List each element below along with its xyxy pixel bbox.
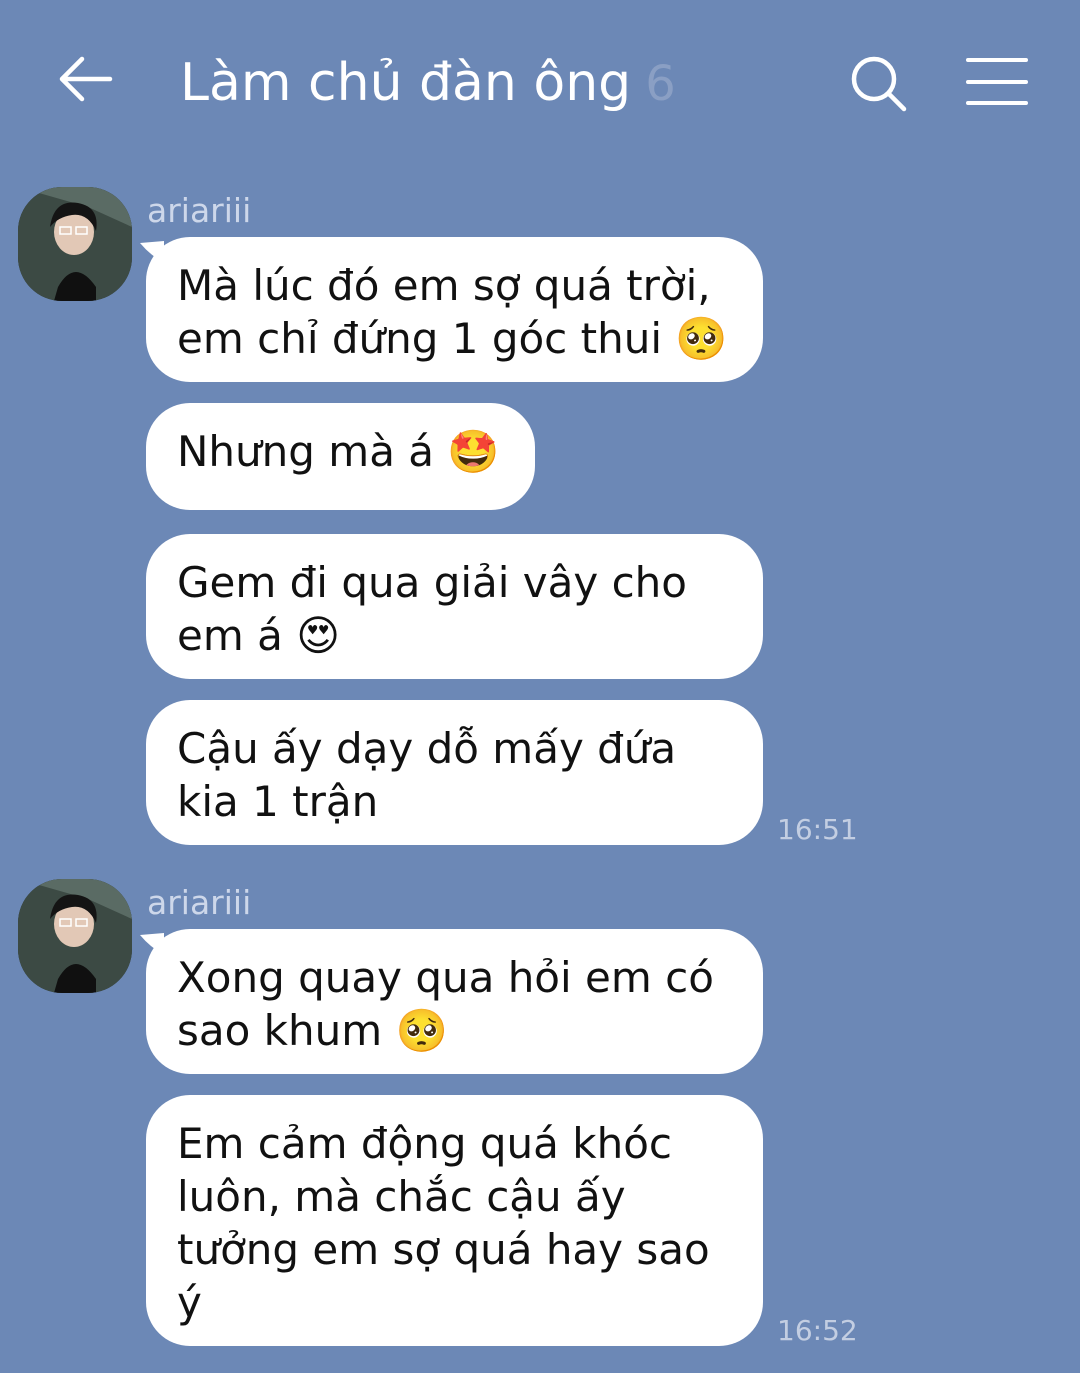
back-button[interactable]	[50, 46, 126, 122]
chat-screen: Làm chủ đàn ông 6 ariariii Mà lúc đó em …	[0, 0, 1080, 1373]
avatar[interactable]	[18, 879, 132, 993]
avatar-icon	[18, 187, 132, 301]
message-bubble[interactable]: Gem đi qua giải vây cho em á 😍	[146, 534, 763, 679]
avatar[interactable]	[18, 187, 132, 301]
avatar-icon	[18, 879, 132, 993]
message-bubble[interactable]: Em cảm động quá khóc luôn, mà chắc cậu ấ…	[146, 1095, 763, 1346]
group-name: Làm chủ đàn ông	[180, 53, 632, 113]
chat-title: Làm chủ đàn ông 6	[180, 48, 676, 119]
search-button[interactable]	[842, 46, 918, 122]
message-timestamp: 16:52	[777, 1314, 858, 1347]
sender-name: ariariii	[147, 191, 252, 230]
back-arrow-icon	[59, 56, 113, 102]
menu-icon	[966, 58, 1028, 105]
sender-name: ariariii	[147, 883, 252, 922]
message-bubble[interactable]: Nhưng mà á 🤩	[146, 403, 535, 510]
message-bubble[interactable]: Mà lúc đó em sợ quá trời, em chỉ đứng 1 …	[146, 237, 763, 382]
menu-button[interactable]	[958, 46, 1034, 122]
search-icon	[851, 56, 907, 112]
message-timestamp: 16:51	[777, 813, 858, 846]
message-bubble[interactable]: Cậu ấy dạy dỗ mấy đứa kia 1 trận	[146, 700, 763, 845]
member-count: 6	[645, 56, 676, 112]
chat-header: Làm chủ đàn ông 6	[0, 0, 1080, 165]
message-bubble[interactable]: Xong quay qua hỏi em có sao khum 🥺	[146, 929, 763, 1074]
